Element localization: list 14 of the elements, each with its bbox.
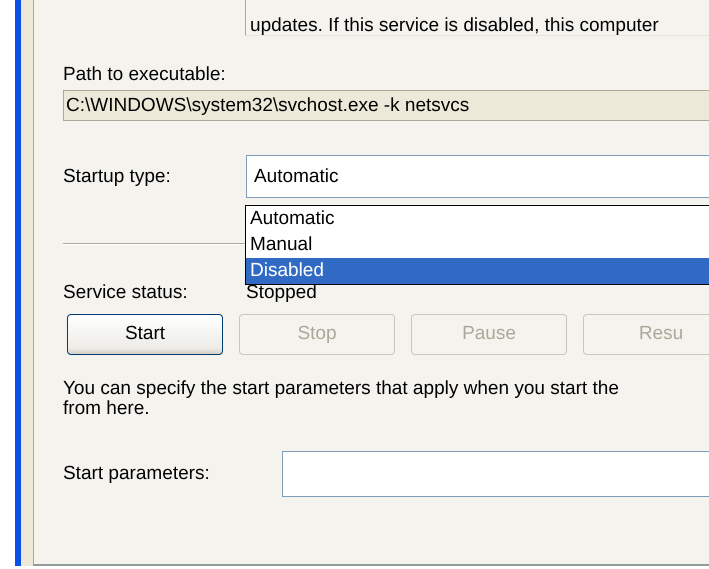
- dropdown-option[interactable]: Disabled: [246, 258, 709, 284]
- dropdown-option[interactable]: Manual: [246, 232, 709, 258]
- dropdown-option[interactable]: Automatic: [246, 206, 709, 232]
- start-parameters-hint: You can specify the start parameters that apply when you start the from here.: [63, 379, 620, 419]
- path-label: Path to executable:: [63, 64, 227, 86]
- service-status-label: Service status:: [63, 282, 189, 304]
- startup-type-label: Startup type:: [63, 166, 172, 188]
- path-field: C:\WINDOWS\system32\svchost.exe -k netsvcs: [63, 90, 709, 121]
- service-button[interactable]: Start: [67, 314, 223, 355]
- start-parameters-field[interactable]: [282, 451, 709, 497]
- service-status-value: Stopped: [246, 282, 317, 304]
- startup-type-combo[interactable]: Automatic: [246, 155, 709, 198]
- start-parameters-label: Start parameters:: [63, 463, 211, 485]
- description-text: updates. If this service is disabled, this computer: [250, 16, 659, 35]
